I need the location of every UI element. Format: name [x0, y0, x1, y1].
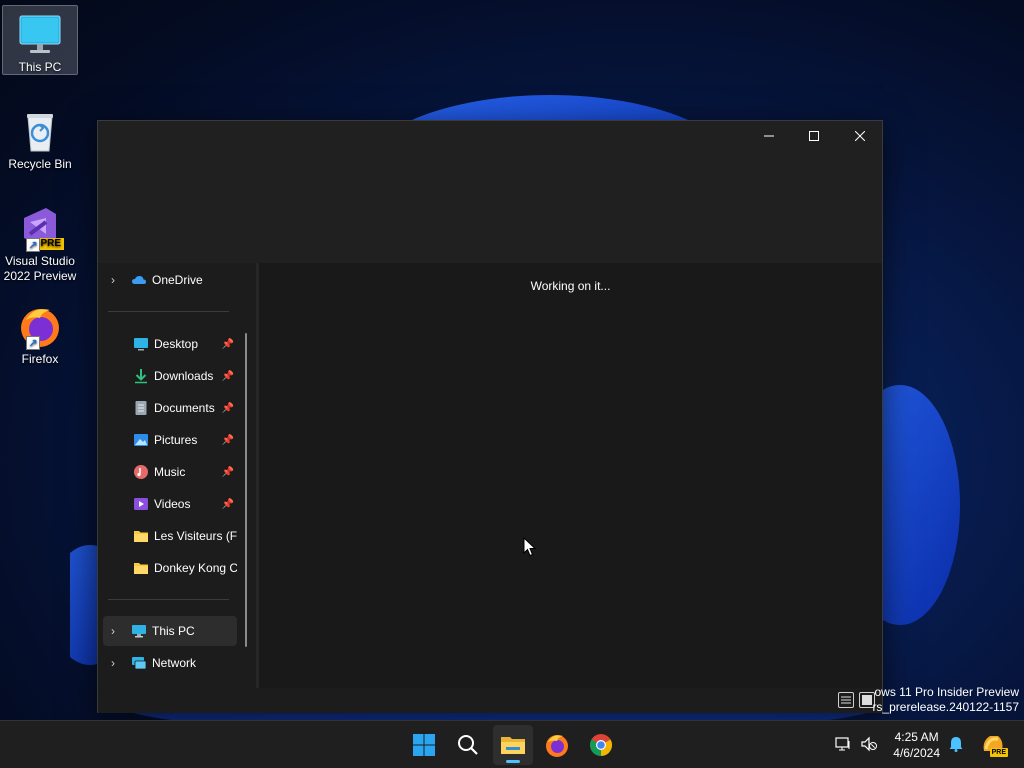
taskbar: 4:25 AM 4/6/2024 PRE — [0, 720, 1024, 768]
maximize-button[interactable] — [791, 121, 837, 151]
monitor-icon — [16, 10, 64, 58]
minimize-icon — [764, 135, 774, 137]
nav-item-label: Network — [152, 656, 197, 670]
pin-icon: 📌 — [221, 498, 235, 510]
taskbar-chrome[interactable] — [581, 725, 621, 765]
desktop-icon-this-pc[interactable]: This PC — [2, 5, 78, 75]
close-icon — [855, 131, 865, 141]
pre-badge: PRE — [989, 748, 1008, 757]
nav-item-label: Pictures — [154, 433, 198, 447]
nav-item-label: Videos — [154, 497, 191, 511]
music-icon — [133, 464, 149, 480]
cloud-icon — [131, 272, 147, 288]
start-icon — [413, 734, 435, 756]
nav-item-label: Downloads — [154, 369, 214, 383]
notification-bell-icon[interactable] — [947, 735, 965, 753]
desktop-icon-visual-studio[interactable]: PRE ↗ Visual Studio 2022 Preview — [2, 200, 78, 286]
folder-icon — [133, 528, 149, 544]
maximize-icon — [809, 131, 819, 141]
network-icon — [131, 655, 147, 671]
title-bar[interactable] — [98, 121, 882, 151]
nav-item-label: Desktop — [154, 337, 199, 351]
file-explorer-icon — [501, 737, 525, 754]
nav-item-les-visiteurs[interactable]: Les Visiteurs (F) — [103, 521, 237, 551]
document-icon — [133, 400, 149, 416]
nav-scrollbar[interactable] — [245, 333, 247, 647]
clock-time: 4:25 AM — [894, 730, 939, 744]
folder-icon — [133, 560, 149, 576]
active-app-indicator — [506, 760, 520, 763]
nav-item-onedrive[interactable]: › OneDrive — [103, 265, 237, 295]
loading-message: Working on it... — [530, 279, 611, 293]
desktop-icon — [133, 336, 149, 352]
desktop-icon-label: Visual Studio 2022 Preview — [3, 254, 77, 283]
pin-icon: 📌 — [221, 338, 235, 350]
desktop-icon-recycle-bin[interactable]: Recycle Bin — [2, 103, 78, 173]
chevron-right-icon[interactable]: › — [103, 624, 123, 638]
nav-item-videos[interactable]: Videos 📌 — [103, 489, 237, 519]
minimize-button[interactable] — [746, 121, 792, 151]
nav-item-downloads[interactable]: Downloads 📌 — [103, 361, 237, 391]
videos-icon — [133, 496, 149, 512]
taskbar-file-explorer[interactable] — [493, 725, 533, 765]
nav-divider — [108, 311, 229, 312]
close-button[interactable] — [837, 121, 883, 151]
download-icon — [133, 368, 149, 384]
monitor-icon — [131, 623, 147, 639]
nav-item-label: Documents — [154, 401, 215, 415]
pin-icon: 📌 — [221, 466, 235, 478]
pin-icon: 📌 — [221, 402, 235, 414]
nav-item-documents[interactable]: Documents 📌 — [103, 393, 237, 423]
nav-item-this-pc[interactable]: › This PC — [103, 616, 237, 646]
chevron-right-icon[interactable]: › — [103, 656, 123, 670]
build-watermark: ows 11 Pro Insider Preview rs_prerelease… — [872, 685, 1019, 715]
status-bar — [98, 688, 882, 713]
nav-item-label: Music — [154, 465, 186, 479]
chevron-right-icon[interactable]: › — [103, 273, 123, 287]
firefox-icon — [546, 735, 568, 757]
pin-icon: 📌 — [221, 370, 235, 382]
shortcut-arrow-icon: ↗ — [26, 336, 40, 350]
clock-date: 4/6/2024 — [893, 746, 940, 760]
pre-badge: PRE — [37, 238, 64, 250]
nav-item-label: Les Visiteurs (F) — [154, 529, 237, 543]
taskbar-firefox[interactable] — [537, 725, 577, 765]
desktop-icon-label: This PC — [18, 60, 62, 74]
file-list-area[interactable]: Working on it... — [259, 263, 882, 688]
volume-muted-icon[interactable] — [860, 735, 878, 753]
navigation-pane[interactable]: › OneDrive Desktop 📌 Downloads 📌 Documen… — [98, 263, 256, 688]
copilot-icon[interactable]: PRE — [980, 731, 1008, 757]
desktop-icon-firefox[interactable]: ↗ Firefox — [2, 298, 78, 368]
desktop-icon-label: Recycle Bin — [8, 157, 72, 171]
nav-divider — [108, 599, 229, 600]
nav-item-label: Donkey Kong Co — [154, 561, 237, 575]
desktop-icon-label: Firefox — [21, 352, 59, 366]
nav-item-label: OneDrive — [152, 273, 203, 287]
recycle-bin-icon — [16, 107, 64, 155]
pin-icon: 📌 — [221, 434, 235, 446]
nav-item-pictures[interactable]: Pictures 📌 — [103, 425, 237, 455]
shortcut-arrow-icon: ↗ — [26, 238, 40, 252]
network-tray-icon[interactable] — [834, 735, 852, 753]
firefox-icon: ↗ — [16, 302, 64, 350]
file-explorer-window: › OneDrive Desktop 📌 Downloads 📌 Documen… — [97, 120, 883, 713]
nav-item-network[interactable]: › Network — [103, 648, 237, 678]
watermark-line-1: ows 11 Pro Insider Preview — [874, 685, 1019, 699]
start-button[interactable] — [404, 725, 444, 765]
nav-item-donkey-kong[interactable]: Donkey Kong Co — [103, 553, 237, 583]
pictures-icon — [133, 432, 149, 448]
nav-item-desktop[interactable]: Desktop 📌 — [103, 329, 237, 359]
details-view-icon — [841, 696, 851, 704]
details-view-button[interactable] — [838, 692, 854, 708]
watermark-line-2: rs_prerelease.240122-1157 — [872, 700, 1019, 714]
command-bar-area — [98, 151, 882, 263]
search-button[interactable] — [448, 725, 488, 765]
search-icon — [458, 735, 478, 755]
visual-studio-icon: PRE ↗ — [16, 204, 64, 252]
nav-item-music[interactable]: Music 📌 — [103, 457, 237, 487]
nav-item-label: This PC — [152, 624, 195, 638]
chrome-icon — [590, 734, 612, 756]
system-clock[interactable]: 4:25 AM 4/6/2024 — [893, 729, 940, 761]
mouse-cursor-icon — [523, 537, 537, 557]
